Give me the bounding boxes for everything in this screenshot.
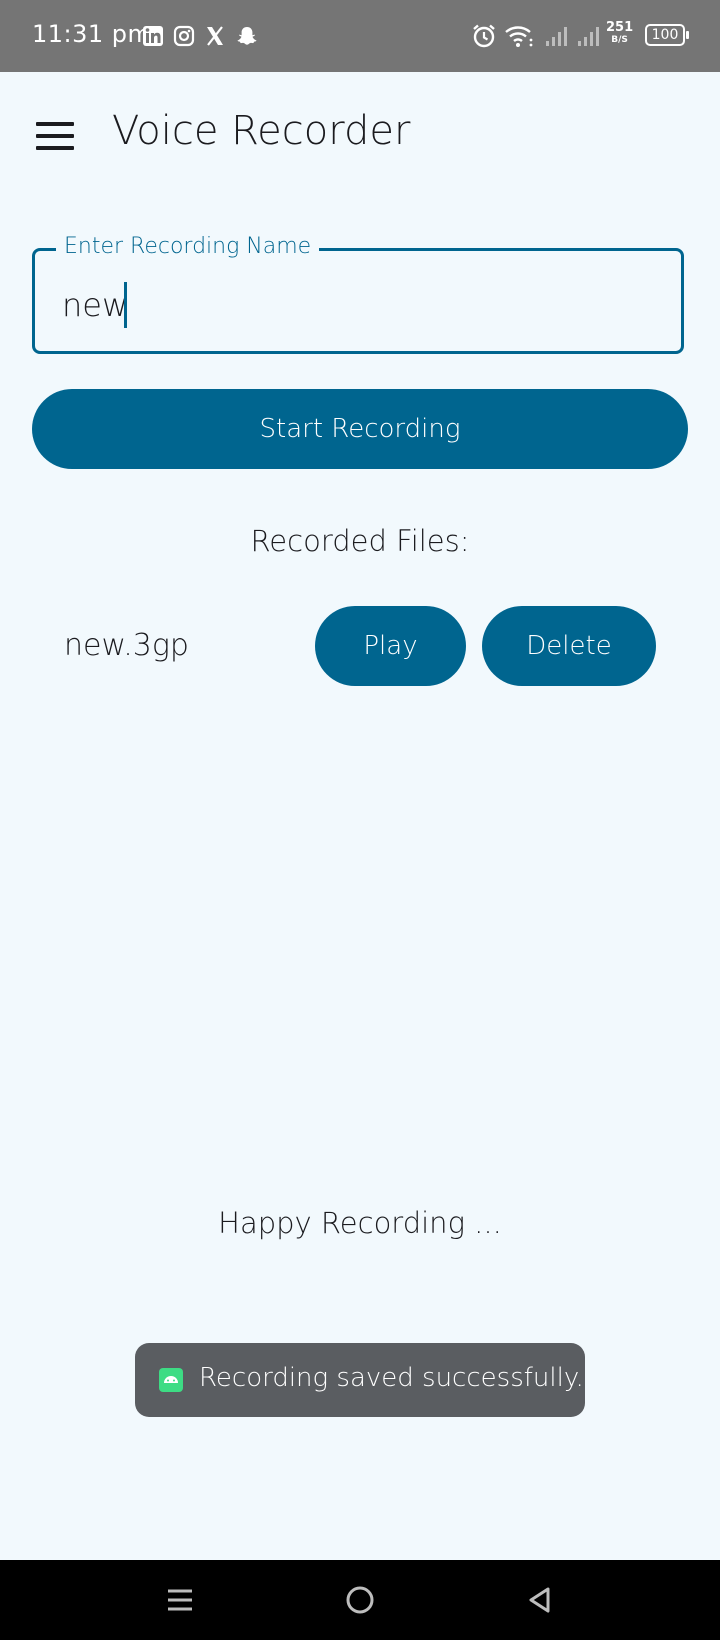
toast: Recording saved successfully. xyxy=(135,1343,585,1417)
recorded-files-title: Recorded Files: xyxy=(250,524,470,558)
network-speed: 251 B/S xyxy=(606,20,634,46)
home-icon[interactable] xyxy=(340,1580,380,1620)
delete-button[interactable]: Delete xyxy=(482,606,656,686)
signal-icon xyxy=(578,27,599,46)
footer-text: Happy Recording ... xyxy=(218,1206,502,1240)
battery-icon: 100 xyxy=(645,24,689,46)
recording-name-input[interactable] xyxy=(62,280,642,330)
alarm-icon xyxy=(473,24,495,48)
signal-icon xyxy=(546,27,567,46)
back-icon[interactable] xyxy=(520,1580,560,1620)
android-icon xyxy=(159,1368,183,1392)
status-time: 11:31 pm xyxy=(32,20,152,48)
network-speed-value: 251 xyxy=(606,20,634,35)
recording-name-label: Enter Recording Name xyxy=(56,234,320,259)
hamburger-menu-icon[interactable] xyxy=(36,120,74,152)
toast-message: Recording saved successfully. xyxy=(199,1363,584,1393)
navigation-bar xyxy=(0,1560,720,1640)
linkedin-icon xyxy=(143,26,163,46)
snapchat-icon xyxy=(237,27,257,45)
network-speed-unit: B/S xyxy=(611,35,628,45)
instagram-icon xyxy=(173,25,195,47)
status-bar: 11:31 pm 251 B/S 100 xyxy=(0,0,720,72)
battery-level: 100 xyxy=(651,27,679,43)
start-recording-button[interactable]: Start Recording xyxy=(32,389,688,469)
text-cursor xyxy=(124,282,127,328)
wifi-icon xyxy=(505,26,533,47)
play-button[interactable]: Play xyxy=(315,606,466,686)
app-title: Voice Recorder xyxy=(112,108,411,154)
file-name: new.3gp xyxy=(64,628,189,663)
x-icon xyxy=(207,26,223,46)
recents-icon[interactable] xyxy=(160,1580,200,1620)
